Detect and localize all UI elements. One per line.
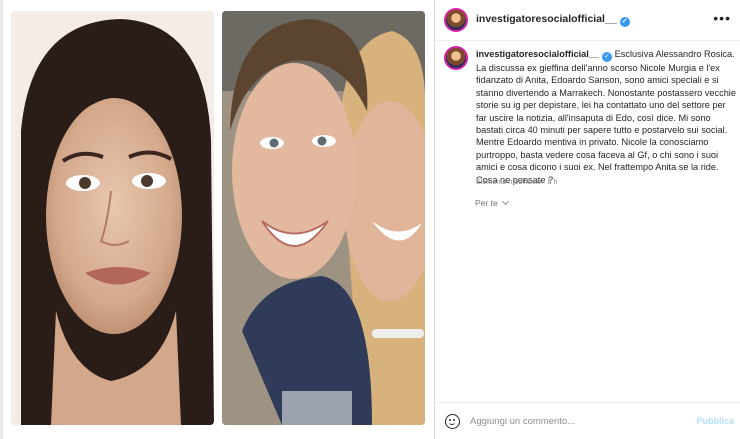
translation-toggle[interactable]: Per te xyxy=(475,197,509,208)
comment-bar: Pubblica xyxy=(435,402,740,439)
photo-couple xyxy=(222,11,425,425)
username-link[interactable]: investigatoresocialofficial__ ✓ xyxy=(476,13,630,27)
avatar[interactable] xyxy=(444,8,468,32)
post-panel: investigatoresocialofficial__ ✓ ••• inves… xyxy=(434,0,740,439)
photo-woman-portrait xyxy=(11,11,214,425)
verified-badge-icon: ✓ xyxy=(602,52,613,62)
emoji-icon[interactable] xyxy=(445,413,460,429)
username-text[interactable]: investigatoresocialofficial__ xyxy=(476,13,617,25)
comment-input[interactable] xyxy=(470,415,680,427)
caption-avatar[interactable] xyxy=(444,46,468,70)
post-media[interactable] xyxy=(3,0,434,439)
publish-button[interactable]: Pubblica xyxy=(696,416,734,426)
verified-badge-icon: ✓ xyxy=(619,17,630,27)
post-modal: investigatoresocialofficial__ ✓ ••• inves… xyxy=(0,0,740,439)
more-horizontal-icon[interactable]: ••• xyxy=(713,11,731,25)
post-header: investigatoresocialofficial__ ✓ ••• xyxy=(435,0,740,41)
chevron-down-icon xyxy=(501,197,509,206)
caption-username[interactable]: investigatoresocialofficial__ xyxy=(476,49,599,59)
caption-body: Esclusiva Alessandro Rosica. La discussa… xyxy=(476,49,736,185)
caption-meta: Elemento modificato · 8 h xyxy=(476,177,558,186)
caption-text: investigatoresocialofficial__ ✓ Esclusiva… xyxy=(476,48,738,186)
translation-label[interactable]: Per te xyxy=(475,198,498,208)
